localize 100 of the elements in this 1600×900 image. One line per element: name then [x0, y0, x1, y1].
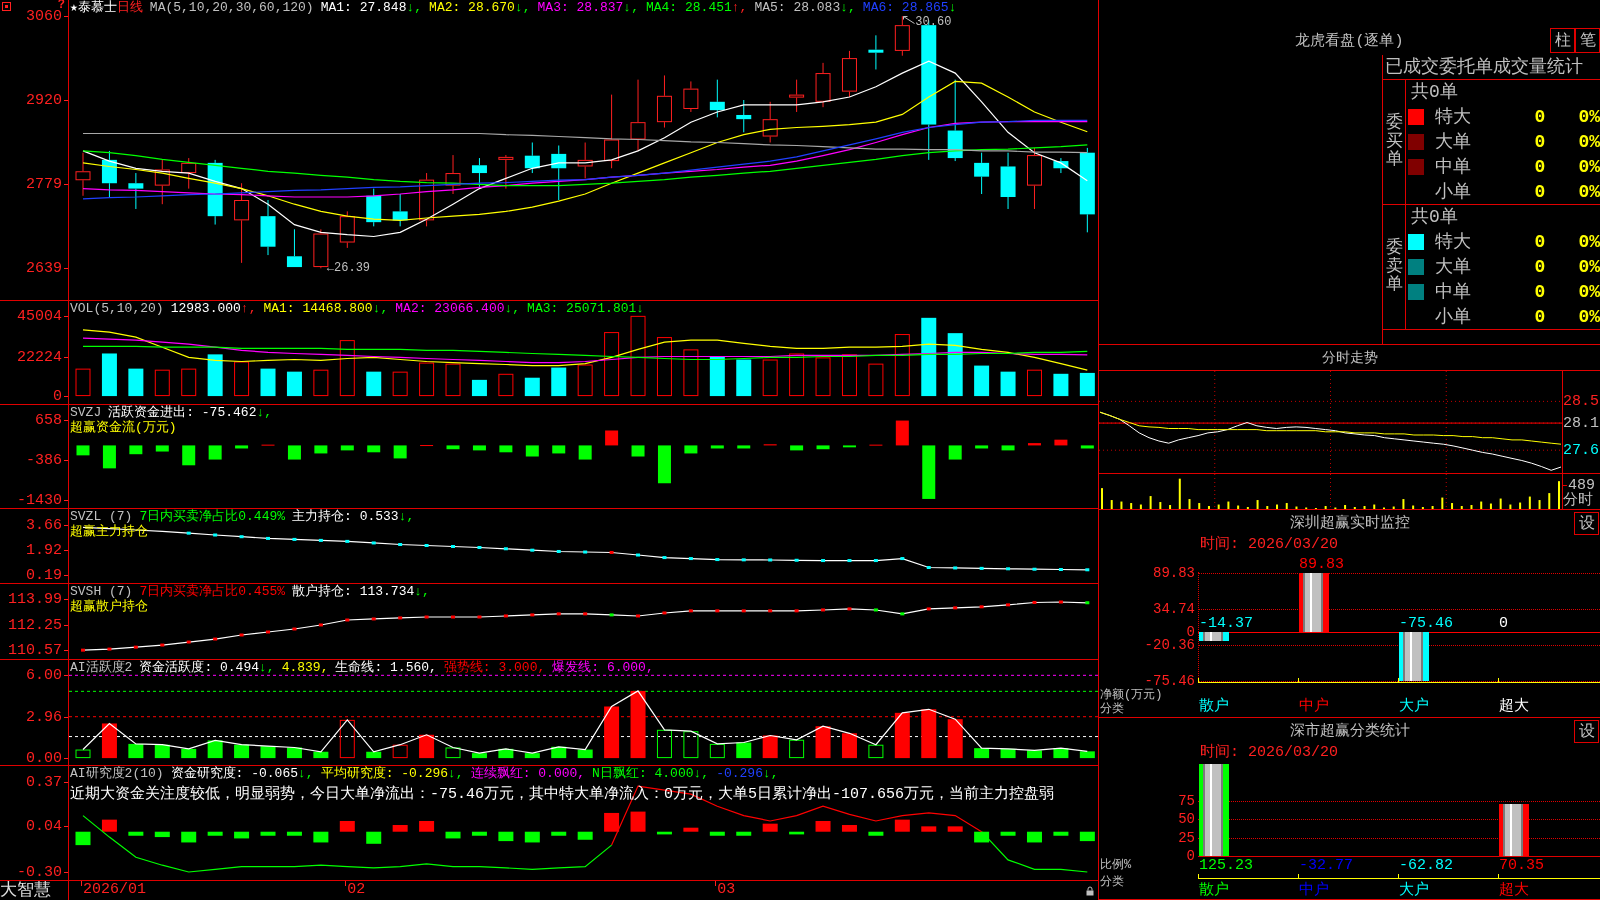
axis-tick-label: 0: [1186, 624, 1195, 639]
group-label: 委买单: [1385, 113, 1403, 171]
trend-arrow: ↓,: [448, 766, 464, 781]
order-count: 0: [1534, 281, 1546, 302]
value-label: -62.82: [1399, 858, 1453, 873]
indicator-value-text: 7日内买卖净占比0.455%: [139, 584, 286, 599]
order-share: 0%: [1578, 256, 1600, 277]
indicator-value-text: MA6: 28.865: [862, 0, 949, 15]
trend-arrow: ↓,: [623, 0, 639, 15]
indicator-value-text: MA1: 14468.800: [263, 301, 373, 316]
trend-arrow: ↓,: [504, 301, 521, 316]
order-size-label: 中单: [1435, 156, 1471, 177]
price-annotation: ←26.39: [326, 262, 371, 275]
order-share: 0%: [1578, 306, 1600, 327]
panel-title: 深圳超赢实时监控: [1289, 514, 1410, 532]
indicator-value-text: 活跃资金进出: -75.462: [108, 405, 257, 420]
axis-tick-label: -1430: [17, 492, 62, 508]
order-count: 0: [1534, 256, 1546, 277]
axis-tick-label: 2920: [26, 92, 62, 108]
order-share: 0%: [1578, 231, 1600, 252]
order-size-label: 大单: [1435, 256, 1471, 277]
axis-tick-label: 89.83: [1153, 565, 1195, 580]
axis-tick-label: 110.57: [8, 642, 62, 658]
indicator-value-text: 主力持仓: 0.533: [292, 509, 399, 524]
category-label: 大户: [1399, 883, 1429, 898]
order-share: 0%: [1578, 131, 1600, 152]
timestamp-text: 时间: 2026/03/20: [1200, 536, 1339, 553]
axis-tick-label: -386: [26, 452, 62, 468]
axis-tick-label: 0: [53, 388, 62, 404]
indicator-title: 超赢散户持仓: [70, 599, 148, 614]
axis-title: 分类: [1100, 876, 1124, 889]
indicator-value-text: MA2: 28.670: [429, 0, 515, 15]
trend-arrow: ↓,: [398, 509, 415, 524]
axis-tick-label: 34.74: [1153, 601, 1195, 616]
indicator-value-text: 爆发线: 6.000,: [552, 660, 654, 675]
axis-tick-label: 28.5: [1563, 393, 1599, 409]
trend-arrow: ↑,: [240, 301, 257, 316]
indicator-value-text: -0.296: [716, 766, 763, 781]
order-count: 0: [1534, 106, 1546, 127]
axis-title: 净额(万元): [1100, 689, 1163, 702]
axis-tick-label: 2639: [26, 260, 62, 276]
axis-tick-label: 0: [1186, 849, 1195, 863]
indicator-value-text: AI活跃度2: [70, 660, 133, 675]
panel-title: 龙虎看盘(逐单): [1295, 33, 1404, 50]
date-label: 2026/01: [83, 882, 146, 898]
order-share: 0%: [1578, 181, 1600, 202]
trend-arrow: ↓,: [414, 584, 430, 599]
axis-tick-label: 0.04: [26, 818, 62, 834]
stock-name: ★泰慕士: [70, 0, 117, 15]
chart-period: 日线: [116, 0, 143, 15]
axis-title: 比例%: [1100, 859, 1132, 872]
axis-tick-label: 22224: [17, 349, 62, 364]
panel-title: 分时走势: [1321, 349, 1378, 366]
indicator-value-text: N日飘红: 4.000: [592, 766, 694, 781]
axis-tick-label: 75: [1178, 793, 1195, 808]
indicator-value-text: 资金研究度: -0.065: [170, 766, 299, 781]
axis-tick-label: 50: [1178, 812, 1195, 827]
indicator-value-text: MA(5,10,20,30,60,120): [149, 0, 314, 15]
order-size-label: 中单: [1435, 281, 1471, 302]
order-size-label: 特大: [1435, 231, 1471, 252]
indicator-value-text: SVZJ: [70, 405, 102, 420]
trend-arrow: ↓,: [840, 0, 856, 15]
indicator-title: 超赢资金流(万元): [70, 420, 177, 435]
order-size-label: 大单: [1435, 131, 1471, 152]
trend-arrow: ↓,: [406, 0, 423, 15]
group-total: 共0单: [1411, 206, 1458, 228]
order-share: 0%: [1578, 156, 1600, 177]
axis-tick-label: 27.6: [1563, 442, 1599, 458]
axis-title: 分时: [1563, 493, 1593, 509]
order-share: 0%: [1578, 281, 1600, 302]
order-count: 0: [1534, 156, 1546, 177]
price-annotation: 30.60: [915, 16, 952, 29]
trend-arrow: ↓,: [256, 405, 273, 420]
indicator-value-text: 散户持仓: 113.734: [292, 584, 415, 599]
date-label: 03: [717, 882, 736, 898]
axis-tick-label: 113.99: [8, 591, 62, 607]
indicator-value-text: MA3: 28.837: [537, 0, 624, 15]
category-label: 中户: [1299, 699, 1329, 714]
axis-tick-label: 0.37: [26, 774, 62, 790]
axis-tick-label: 25: [1178, 830, 1195, 845]
value-label: -14.37: [1199, 615, 1253, 631]
order-count: 0: [1534, 131, 1546, 152]
value-label: 125.23: [1199, 858, 1253, 873]
axis-tick-label: -20.36: [1144, 637, 1195, 652]
indicator-value-text: 资金活跃度: 0.494: [139, 660, 259, 675]
value-label: 0: [1499, 615, 1508, 631]
indicator-value-text: MA5: 28.083: [754, 0, 841, 15]
indicator-value-text: MA3: 25071.801: [527, 301, 637, 316]
trend-arrow: ↓,: [762, 766, 779, 781]
axis-tick-label: 3.66: [26, 517, 62, 533]
order-count: 0: [1534, 181, 1546, 202]
indicator-value-text: MA4: 28.451: [645, 0, 732, 15]
axis-tick-label: 2779: [26, 176, 62, 192]
indicator-value-text: MA1: 27.848: [320, 0, 407, 15]
category-label: 散户: [1199, 883, 1229, 898]
axis-tick-label: 658: [35, 412, 62, 428]
panel-title: 深市超赢分类统计: [1289, 722, 1410, 740]
trend-arrow: ↑,: [731, 0, 748, 15]
indicator-value-text: MA2: 23066.400: [395, 301, 505, 316]
indicator-value-text: 连续飘红: 0.000,: [470, 766, 586, 781]
